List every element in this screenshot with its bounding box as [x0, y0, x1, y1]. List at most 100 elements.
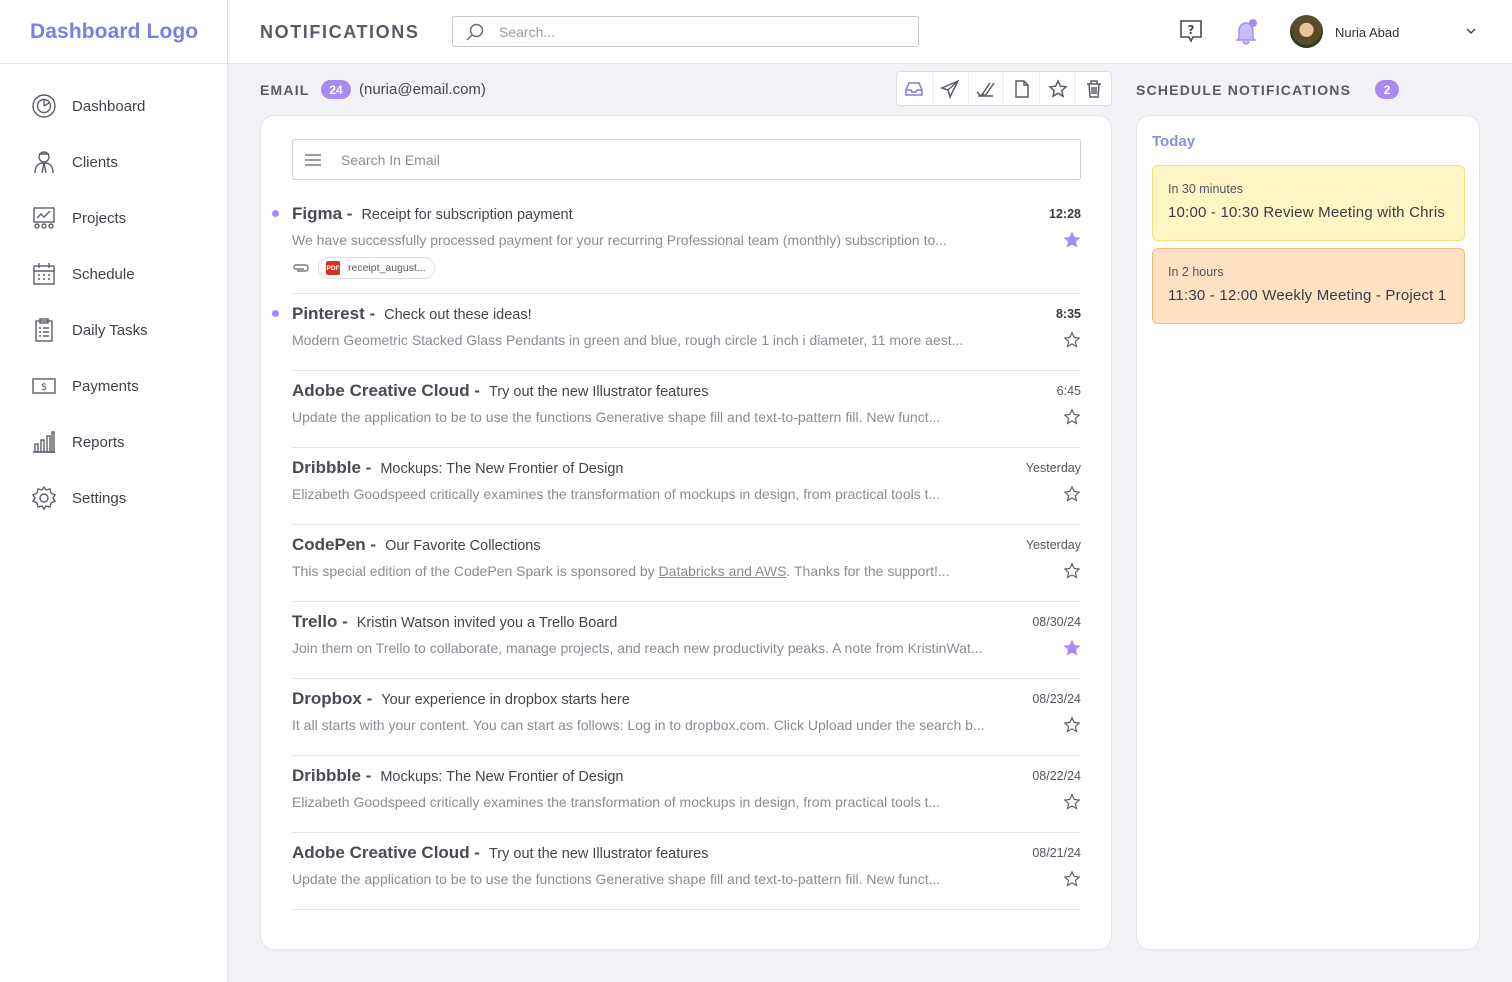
email-row[interactable]: Dribbble - Mockups: The New Frontier of … — [292, 756, 1081, 833]
email-preview: This special edition of the CodePen Spar… — [292, 563, 1027, 579]
email-preview: Join them on Trello to collaborate, mana… — [292, 640, 983, 656]
logo[interactable]: Dashboard Logo — [30, 20, 198, 44]
star-icon[interactable] — [1063, 485, 1081, 503]
event-card[interactable]: In 30 minutes 10:00 - 10:30 Review Meeti… — [1152, 165, 1465, 241]
email-count-badge: 24 — [321, 80, 351, 99]
send-icon — [940, 78, 960, 99]
notification-dot — [1249, 19, 1257, 27]
schedule-count-badge: 2 — [1375, 80, 1399, 99]
star-icon[interactable] — [1063, 231, 1081, 249]
sidebar-item-clients[interactable]: Clients — [0, 134, 227, 190]
chevron-down-icon[interactable] — [1464, 24, 1478, 38]
email-search[interactable] — [292, 139, 1081, 180]
today-label: Today — [1152, 133, 1196, 150]
email-row[interactable]: Adobe Creative Cloud - Try out the new I… — [292, 833, 1081, 910]
email-address: (nuria@email.com) — [359, 81, 486, 98]
email-time: Yesterday — [1025, 461, 1081, 475]
sidebar-item-dashboard[interactable]: Dashboard — [0, 78, 227, 134]
email-preview-link[interactable]: Databricks and AWS — [659, 563, 787, 579]
mark-read-button[interactable] — [969, 72, 1005, 105]
email-preview: Update the application to be to use the … — [292, 871, 941, 887]
star-icon[interactable] — [1063, 716, 1081, 734]
sidebar-nav: Dashboard Clients Projects Schedule Dail… — [0, 64, 227, 526]
sidebar-item-label: Settings — [72, 489, 127, 507]
email-preview: Update the application to be to use the … — [292, 409, 941, 425]
global-search[interactable] — [452, 16, 919, 47]
email-sender: Adobe Creative Cloud - — [292, 843, 480, 862]
email-preview: We have successfully processed payment f… — [292, 232, 947, 248]
schedule-panel: Today In 30 minutes 10:00 - 10:30 Review… — [1136, 115, 1480, 950]
attachment-chip[interactable]: PDF receipt_august... — [318, 257, 435, 279]
drafts-button[interactable] — [1004, 72, 1041, 105]
email-time: 08/21/24 — [1032, 846, 1081, 860]
sidebar-item-label: Projects — [72, 209, 127, 227]
sidebar-item-label: Payments — [72, 377, 139, 395]
help-icon[interactable]: ? — [1178, 18, 1204, 44]
email-subject: Receipt for subscription payment — [361, 207, 573, 223]
email-time: 08/23/24 — [1032, 692, 1081, 706]
email-sender: CodePen - — [292, 535, 377, 554]
star-icon[interactable] — [1063, 331, 1081, 349]
unread-indicator — [272, 310, 279, 317]
sidebar-item-settings[interactable]: Settings — [0, 470, 227, 526]
email-row[interactable]: Dribbble - Mockups: The New Frontier of … — [292, 448, 1081, 525]
avatar[interactable] — [1290, 15, 1323, 48]
sidebar-item-reports[interactable]: Reports — [0, 414, 227, 470]
event-card[interactable]: In 2 hours 11:30 - 12:00 Weekly Meeting … — [1152, 248, 1465, 324]
email-preview: Elizabeth Goodspeed critically examines … — [292, 794, 941, 810]
sidebar-item-label: Schedule — [72, 265, 135, 283]
email-time: 8:35 — [1055, 307, 1081, 321]
email-row[interactable]: Pinterest - Check out these ideas! 8:35 … — [272, 294, 1081, 371]
user-name[interactable]: Nuria Abad — [1335, 25, 1399, 40]
top-header: NOTIFICATIONS ? Nuria Abad — [228, 0, 1512, 64]
email-subject: Your experience in dropbox starts here — [381, 692, 630, 708]
star-icon[interactable] — [1063, 793, 1081, 811]
email-time: 08/30/24 — [1032, 615, 1081, 629]
email-section-label: EMAIL — [260, 82, 310, 98]
menu-icon[interactable] — [303, 150, 323, 170]
event-when: In 2 hours — [1168, 265, 1224, 279]
sidebar-item-schedule[interactable]: Schedule — [0, 246, 227, 302]
sidebar: Dashboard Logo Dashboard Clients Project… — [0, 0, 228, 982]
email-subject: Kristin Watson invited you a Trello Boar… — [356, 615, 618, 631]
sidebar-item-daily-tasks[interactable]: Daily Tasks — [0, 302, 227, 358]
attachment-filename: receipt_august... — [348, 262, 426, 274]
event-when: In 30 minutes — [1168, 182, 1244, 196]
email-preview: It all starts with your content. You can… — [292, 717, 985, 733]
inbox-icon — [905, 81, 924, 96]
trash-icon — [1086, 79, 1101, 98]
sidebar-item-projects[interactable]: Projects — [0, 190, 227, 246]
email-subject: Our Favorite Collections — [385, 538, 541, 554]
starred-button[interactable] — [1040, 72, 1077, 105]
clients-icon — [30, 148, 58, 176]
trash-button[interactable] — [1076, 72, 1111, 105]
schedule-section-label: SCHEDULE NOTIFICATIONS — [1136, 82, 1352, 98]
star-icon[interactable] — [1063, 639, 1081, 657]
star-icon[interactable] — [1063, 408, 1081, 426]
email-row[interactable]: CodePen - Our Favorite Collections Yeste… — [292, 525, 1081, 602]
page-title: NOTIFICATIONS — [260, 22, 420, 42]
star-icon — [1047, 78, 1068, 98]
calendar-icon — [30, 260, 58, 288]
email-sender: Dribbble - — [292, 766, 372, 785]
star-icon[interactable] — [1063, 870, 1081, 888]
email-subject: Try out the new Illustrator features — [488, 846, 709, 862]
email-sender: Pinterest - — [292, 304, 376, 323]
inbox-button[interactable] — [897, 72, 933, 105]
star-icon[interactable] — [1063, 562, 1081, 580]
email-row[interactable]: Figma - Receipt for subscription payment… — [272, 194, 1081, 294]
svg-text:$: $ — [41, 382, 47, 393]
email-list: Figma - Receipt for subscription payment… — [272, 194, 1081, 910]
email-row[interactable]: Trello - Kristin Watson invited you a Tr… — [292, 602, 1081, 679]
clipboard-icon — [30, 316, 58, 344]
sidebar-item-payments[interactable]: $ Payments — [0, 358, 227, 414]
email-search-input[interactable] — [341, 151, 1080, 168]
email-preview: Modern Geometric Stacked Glass Pendants … — [292, 332, 964, 348]
search-icon — [465, 22, 485, 42]
sidebar-item-label: Clients — [72, 153, 118, 171]
email-row[interactable]: Adobe Creative Cloud - Try out the new I… — [292, 371, 1081, 448]
email-row[interactable]: Dropbox - Your experience in dropbox sta… — [292, 679, 1081, 756]
search-input[interactable] — [499, 23, 918, 40]
sent-button[interactable] — [933, 72, 969, 105]
sidebar-item-label: Reports — [72, 433, 125, 451]
